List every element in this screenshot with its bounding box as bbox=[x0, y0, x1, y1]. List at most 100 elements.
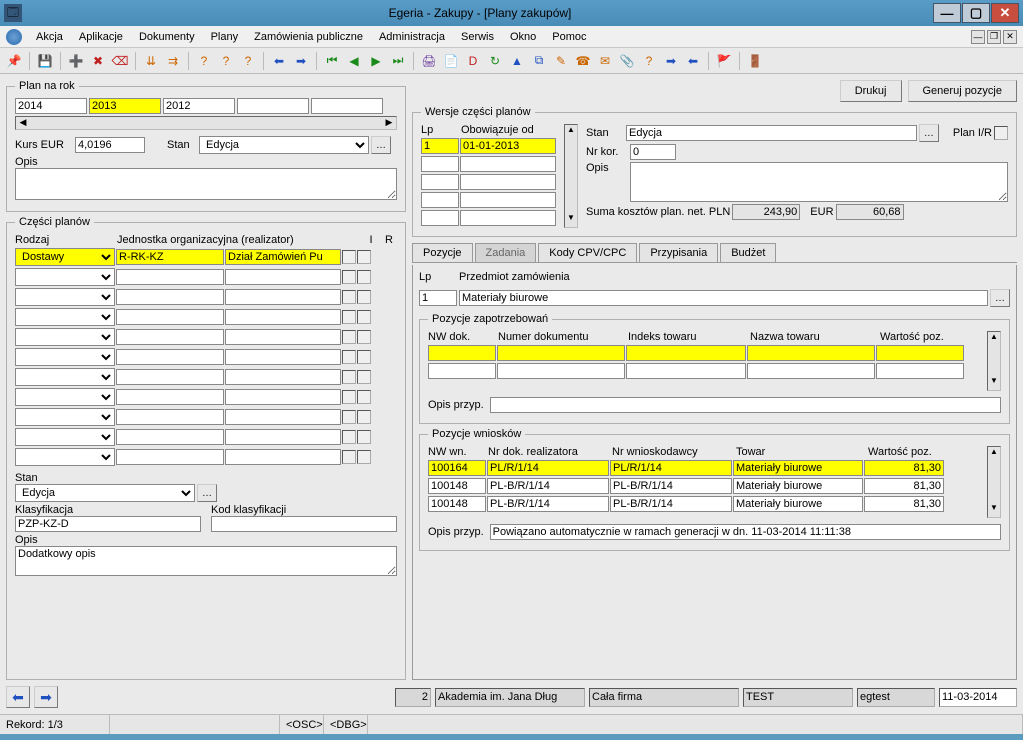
prev-page-icon[interactable]: ⬅ bbox=[269, 51, 289, 71]
r-checkbox[interactable] bbox=[357, 330, 371, 344]
first-icon[interactable]: ⏮ bbox=[322, 51, 342, 71]
kod-klas-field[interactable] bbox=[211, 516, 397, 532]
wn-cell[interactable] bbox=[428, 460, 486, 476]
jednostka-nazwa[interactable] bbox=[225, 289, 341, 305]
wn-cell[interactable] bbox=[733, 496, 863, 512]
zap-cell[interactable] bbox=[876, 363, 964, 379]
zap-cell[interactable] bbox=[626, 363, 746, 379]
nav-next[interactable]: ➡ bbox=[34, 686, 58, 708]
wersja-lp[interactable] bbox=[421, 174, 459, 190]
next-page-icon[interactable]: ➡ bbox=[291, 51, 311, 71]
tab-zadania[interactable]: Zadania bbox=[475, 243, 537, 262]
zap-cell[interactable] bbox=[747, 363, 875, 379]
jednostka-kod[interactable] bbox=[116, 389, 224, 405]
i-checkbox[interactable] bbox=[342, 330, 356, 344]
generuj-button[interactable]: Generuj pozycje bbox=[908, 80, 1018, 102]
i-checkbox[interactable] bbox=[342, 250, 356, 264]
jednostka-kod[interactable] bbox=[116, 349, 224, 365]
stan-select-czesc[interactable]: Edycja bbox=[15, 484, 195, 502]
i-checkbox[interactable] bbox=[342, 310, 356, 324]
year-4[interactable] bbox=[311, 98, 383, 114]
menu-plany[interactable]: Plany bbox=[203, 29, 247, 45]
jednostka-nazwa[interactable] bbox=[225, 389, 341, 405]
menu-dokumenty[interactable]: Dokumenty bbox=[131, 29, 203, 45]
year-scrollbar[interactable]: ◀▶ bbox=[15, 116, 397, 130]
last-icon[interactable]: ⏭ bbox=[388, 51, 408, 71]
nav-right-icon[interactable]: ⬅ bbox=[683, 51, 703, 71]
year-0[interactable] bbox=[15, 98, 87, 114]
menu-zamowienia[interactable]: Zamówienia publiczne bbox=[246, 29, 371, 45]
kurs-eur-field[interactable] bbox=[75, 137, 145, 153]
year-1[interactable] bbox=[89, 98, 161, 114]
copy-across-icon[interactable]: ⇉ bbox=[163, 51, 183, 71]
menu-akcja[interactable]: Akcja bbox=[28, 29, 71, 45]
save-icon[interactable]: 💾 bbox=[35, 51, 55, 71]
jednostka-nazwa[interactable] bbox=[225, 349, 341, 365]
mdi-minimize[interactable]: — bbox=[971, 30, 985, 44]
rodzaj-select[interactable] bbox=[15, 448, 115, 466]
nrkor-field[interactable] bbox=[630, 144, 676, 160]
zadanie-przedmiot[interactable] bbox=[459, 290, 988, 306]
jednostka-kod[interactable] bbox=[116, 429, 224, 445]
refresh-icon[interactable]: ↻ bbox=[485, 51, 505, 71]
i-checkbox[interactable] bbox=[342, 390, 356, 404]
i-checkbox[interactable] bbox=[342, 410, 356, 424]
wersja-od[interactable] bbox=[460, 138, 556, 154]
rodzaj-select[interactable]: Dostawy bbox=[15, 248, 115, 266]
wn-cell[interactable] bbox=[610, 496, 732, 512]
rodzaj-select[interactable] bbox=[15, 288, 115, 306]
jednostka-kod[interactable] bbox=[116, 289, 224, 305]
up-icon[interactable]: ▲ bbox=[507, 51, 527, 71]
wn-cell[interactable] bbox=[733, 460, 863, 476]
wn-cell[interactable] bbox=[733, 478, 863, 494]
stan-select-plan[interactable]: Edycja bbox=[199, 136, 369, 154]
jednostka-nazwa[interactable] bbox=[225, 309, 341, 325]
nav-left-icon[interactable]: ➡ bbox=[661, 51, 681, 71]
flag-icon[interactable]: 🚩 bbox=[714, 51, 734, 71]
rodzaj-select[interactable] bbox=[15, 388, 115, 406]
d-icon[interactable]: D bbox=[463, 51, 483, 71]
rodzaj-select[interactable] bbox=[15, 428, 115, 446]
jednostka-kod[interactable] bbox=[116, 269, 224, 285]
wn-cell[interactable] bbox=[864, 496, 944, 512]
rodzaj-select[interactable] bbox=[15, 308, 115, 326]
zap-cell[interactable] bbox=[428, 345, 496, 361]
wn-cell[interactable] bbox=[428, 478, 486, 494]
wn-cell[interactable] bbox=[610, 460, 732, 476]
year-3[interactable] bbox=[237, 98, 309, 114]
tab-przypisania[interactable]: Przypisania bbox=[639, 243, 718, 262]
tab-kody[interactable]: Kody CPV/CPC bbox=[538, 243, 637, 262]
r-checkbox[interactable] bbox=[357, 410, 371, 424]
wn-cell[interactable] bbox=[487, 460, 609, 476]
wn-cell[interactable] bbox=[610, 478, 732, 494]
jednostka-nazwa[interactable] bbox=[225, 369, 341, 385]
zap-scrollbar[interactable]: ▲▼ bbox=[987, 331, 1001, 391]
attach-icon[interactable]: 📎 bbox=[617, 51, 637, 71]
pin-icon[interactable]: 📌 bbox=[4, 51, 24, 71]
jednostka-kod[interactable] bbox=[116, 329, 224, 345]
edit-icon[interactable]: ✎ bbox=[551, 51, 571, 71]
wersje-scrollbar[interactable]: ▲▼ bbox=[564, 124, 578, 228]
doc-icon[interactable]: 📄 bbox=[441, 51, 461, 71]
zap-cell[interactable] bbox=[497, 363, 625, 379]
mail-icon[interactable]: ✉ bbox=[595, 51, 615, 71]
wersje-stan-lookup[interactable]: … bbox=[919, 124, 939, 142]
wn-cell[interactable] bbox=[864, 460, 944, 476]
rodzaj-select[interactable] bbox=[15, 268, 115, 286]
zap-opis[interactable] bbox=[490, 397, 1001, 413]
stan-lookup-czesc[interactable]: … bbox=[197, 484, 217, 502]
r-checkbox[interactable] bbox=[357, 270, 371, 284]
r-checkbox[interactable] bbox=[357, 450, 371, 464]
zadanie-lookup[interactable]: … bbox=[990, 289, 1010, 307]
i-checkbox[interactable] bbox=[342, 270, 356, 284]
zap-cell[interactable] bbox=[626, 345, 746, 361]
r-checkbox[interactable] bbox=[357, 310, 371, 324]
zap-cell[interactable] bbox=[428, 363, 496, 379]
menu-okno[interactable]: Okno bbox=[502, 29, 544, 45]
klasyfikacja-field[interactable] bbox=[15, 516, 201, 532]
wn-cell[interactable] bbox=[487, 496, 609, 512]
add-icon[interactable]: ➕ bbox=[66, 51, 86, 71]
exit-icon[interactable]: 🚪 bbox=[745, 51, 765, 71]
menu-aplikacje[interactable]: Aplikacje bbox=[71, 29, 131, 45]
menu-administracja[interactable]: Administracja bbox=[371, 29, 453, 45]
